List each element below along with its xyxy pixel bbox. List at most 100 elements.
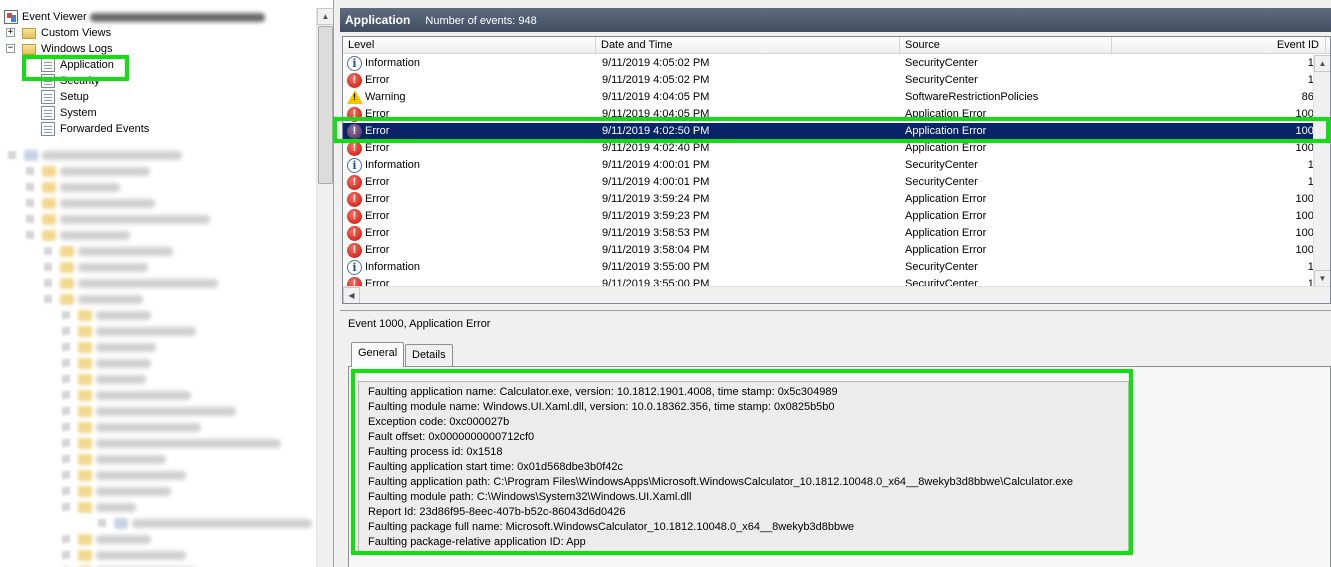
cell-datetime: 9/11/2019 4:00:01 PM xyxy=(602,159,710,171)
navigation-tree: Event Viewer + Custom Views − Windows Lo… xyxy=(0,0,334,567)
redacted-expander xyxy=(62,471,70,479)
redacted-label xyxy=(60,231,130,240)
redacted-label xyxy=(78,295,143,304)
cell-event-id: 17 xyxy=(1118,174,1320,191)
cell-event-id: 1000 xyxy=(1295,244,1320,256)
cell-datetime: 9/11/2019 3:58:04 PM xyxy=(602,244,710,256)
redacted-folder-icon xyxy=(78,502,92,513)
redacted-folder-icon xyxy=(42,214,56,225)
scroll-thumb[interactable] xyxy=(318,26,333,184)
redacted-folder-icon xyxy=(78,534,92,545)
table-row[interactable]: ! Error 9/11/2019 3:58:53 PM Application Er… xyxy=(343,225,1330,242)
redacted-folder-icon xyxy=(78,310,92,321)
cell-event-id: 1000 xyxy=(1295,210,1320,222)
table-vertical-scrollbar[interactable]: ▲ ▼ xyxy=(1313,55,1330,287)
table-row[interactable]: ! Error 9/11/2019 4:05:02 PM SecurityCenter… xyxy=(343,72,1330,89)
error-icon: ! xyxy=(347,141,362,156)
column-event-id[interactable]: Event ID xyxy=(1112,37,1326,54)
table-row[interactable]: i Information 9/11/2019 3:55:00 PM Security… xyxy=(343,259,1330,276)
redacted-expander xyxy=(62,535,70,543)
redacted-label xyxy=(96,471,186,480)
cell-source: SecurityCenter xyxy=(905,159,978,171)
cell-source: SecurityCenter xyxy=(905,261,978,273)
expand-icon[interactable]: + xyxy=(6,28,15,37)
redacted-folder-icon xyxy=(114,518,128,529)
warning-icon: ! xyxy=(347,90,363,104)
event-detail-title: Event 1000, Application Error xyxy=(348,318,491,330)
table-row[interactable]: ! Error 9/11/2019 3:59:24 PM Application Er… xyxy=(343,191,1330,208)
table-row[interactable]: ! Warning 9/11/2019 4:04:05 PM SoftwareRest… xyxy=(343,89,1330,106)
redacted-folder-icon xyxy=(78,454,92,465)
redacted-expander xyxy=(62,407,70,415)
redacted-expander xyxy=(26,231,34,239)
error-icon: ! xyxy=(347,226,362,241)
tree-label: Custom Views xyxy=(41,27,112,39)
tab-general[interactable]: General xyxy=(351,342,405,367)
table-row[interactable]: ! Error 9/11/2019 3:58:04 PM Application Er… xyxy=(343,242,1330,259)
info-icon: i xyxy=(347,158,362,173)
tree-label: Forwarded Events xyxy=(60,123,150,135)
table-horizontal-scrollbar[interactable]: ◀ xyxy=(343,286,1330,303)
scroll-up-icon[interactable]: ▲ xyxy=(1314,55,1330,72)
redacted-expander xyxy=(8,151,16,159)
column-source[interactable]: Source xyxy=(900,37,1112,54)
cell-source: SecurityCenter xyxy=(905,74,978,86)
redacted-folder-icon xyxy=(78,326,92,337)
log-icon xyxy=(41,90,55,104)
cell-level: Error xyxy=(365,176,390,188)
selected-row-highlight-box xyxy=(333,117,1330,143)
tab-details[interactable]: Details xyxy=(405,344,453,366)
event-viewer-icon xyxy=(4,10,18,24)
redacted-folder-icon xyxy=(78,550,92,561)
cell-datetime: 9/11/2019 3:59:24 PM xyxy=(602,193,710,205)
scroll-up-icon[interactable]: ▲ xyxy=(317,8,333,25)
scroll-down-icon[interactable]: ▼ xyxy=(1314,270,1330,287)
redacted-folder-icon xyxy=(78,358,92,369)
table-row[interactable]: i Information 9/11/2019 4:00:01 PM Security… xyxy=(343,157,1330,174)
redacted-name xyxy=(90,13,265,22)
redacted-folder-icon xyxy=(42,230,56,241)
table-row[interactable]: i Information 9/11/2019 4:05:02 PM Security… xyxy=(343,55,1330,72)
redacted-folder-icon xyxy=(60,278,74,289)
cell-level: Error xyxy=(365,74,390,86)
cell-source: SoftwareRestrictionPolicies xyxy=(905,91,1039,103)
redacted-label xyxy=(60,183,120,192)
cell-source: SecurityCenter xyxy=(905,57,978,69)
redacted-label xyxy=(96,391,191,400)
redacted-folder-icon xyxy=(60,262,74,273)
scroll-left-icon[interactable]: ◀ xyxy=(343,287,360,303)
cell-event-id: 15 xyxy=(1118,55,1320,72)
column-level[interactable]: Level xyxy=(343,37,596,54)
redacted-label xyxy=(96,359,151,368)
cell-event-id: 866 xyxy=(1301,91,1320,103)
cell-level: Warning xyxy=(365,91,406,103)
redacted-folder-icon xyxy=(42,182,56,193)
cell-datetime: 9/11/2019 3:59:23 PM xyxy=(602,210,710,222)
collapse-icon[interactable]: − xyxy=(6,44,15,53)
table-row[interactable]: ! Error 9/11/2019 4:00:01 PM SecurityCenter… xyxy=(343,174,1330,191)
redacted-label xyxy=(78,263,148,272)
redacted-expander xyxy=(62,327,70,335)
cell-level: Error xyxy=(365,244,390,256)
redacted-expander xyxy=(26,199,34,207)
tree-scrollbar[interactable]: ▲ xyxy=(316,8,333,567)
redacted-folder-icon xyxy=(78,342,92,353)
redacted-expander xyxy=(62,375,70,383)
redacted-folder-icon xyxy=(42,166,56,177)
tree-label: Event Viewer xyxy=(22,11,87,23)
redacted-label xyxy=(60,215,210,224)
redacted-label xyxy=(60,199,155,208)
table-row[interactable]: ! Error 9/11/2019 3:59:23 PM Application Er… xyxy=(343,208,1330,225)
cell-source: Application Error xyxy=(905,210,987,222)
redacted-label xyxy=(96,503,136,512)
cell-event-id: 1000 xyxy=(1295,193,1320,205)
column-date-time[interactable]: Date and Time xyxy=(596,37,900,54)
error-icon: ! xyxy=(347,73,362,88)
redacted-label xyxy=(96,439,281,448)
folder-icon xyxy=(22,28,36,39)
redacted-expander xyxy=(98,519,106,527)
cell-level: Error xyxy=(365,227,390,239)
redacted-folder-icon xyxy=(78,486,92,497)
redacted-label xyxy=(60,167,150,176)
redacted-expander xyxy=(26,167,34,175)
